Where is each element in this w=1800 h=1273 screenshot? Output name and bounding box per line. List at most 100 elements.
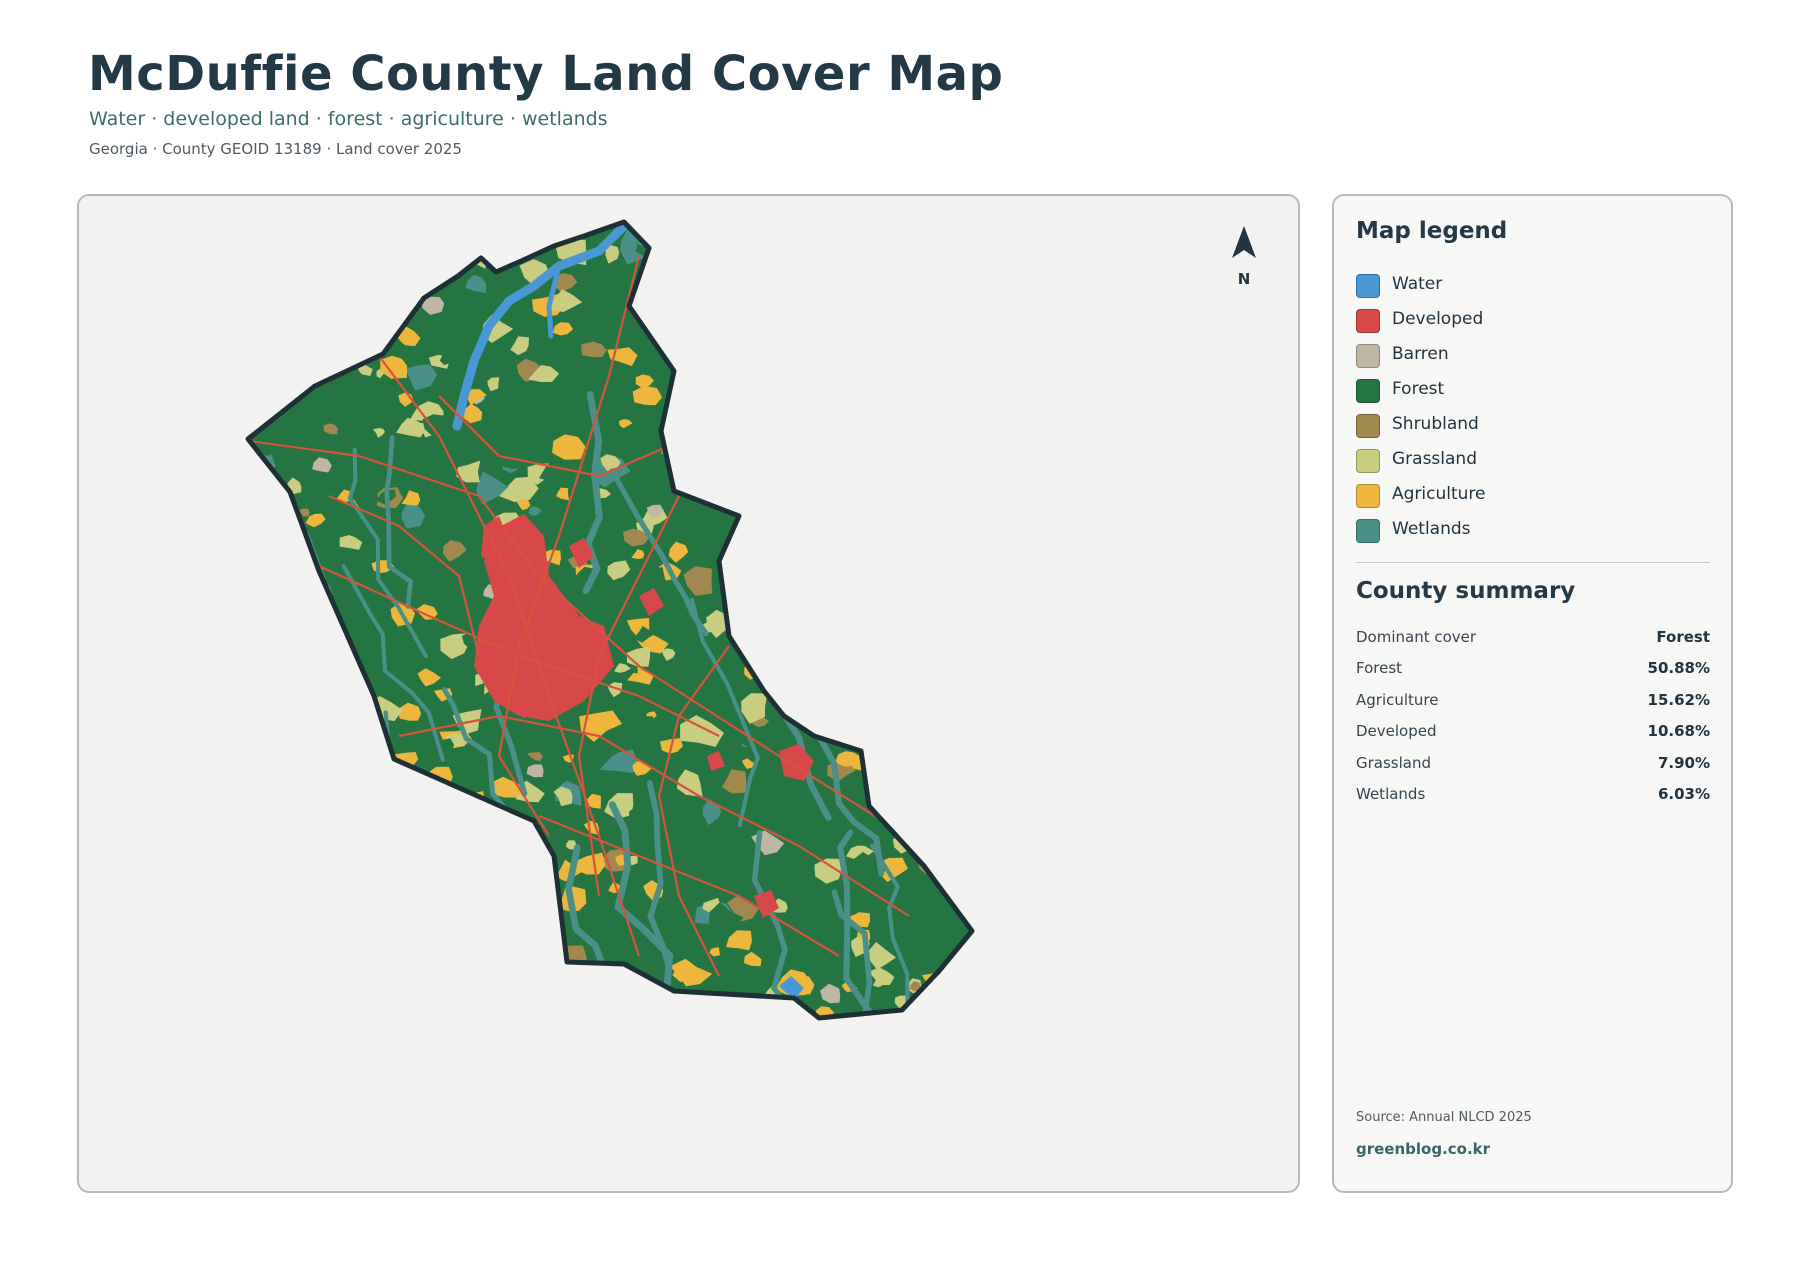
agriculture-patch	[362, 755, 396, 778]
summary-key: Wetlands	[1356, 785, 1426, 804]
forest-patch	[874, 396, 886, 411]
agriculture-patch	[504, 973, 527, 995]
summary-key: Agriculture	[1356, 690, 1439, 709]
legend-label: Grassland	[1392, 448, 1477, 469]
legend-item-barren: Barren	[1356, 336, 1486, 371]
wetlands-patch	[889, 273, 919, 302]
shrubland-patch	[901, 1012, 931, 1018]
agriculture-patch	[925, 281, 958, 317]
grassland-patch	[248, 881, 261, 892]
legend-title: Map legend	[1356, 218, 1508, 244]
agriculture-patch	[250, 573, 264, 586]
forest-patch	[854, 564, 882, 583]
wetlands-patch	[505, 945, 523, 962]
summary-value: Forest	[1656, 627, 1710, 646]
north-label: N	[1237, 270, 1251, 288]
panel-divider	[1356, 562, 1710, 563]
forest-patch	[771, 1003, 791, 1015]
agriculture-patch	[248, 844, 264, 864]
forest-patch	[529, 933, 541, 945]
grassland-patch	[771, 385, 798, 403]
agriculture-patch	[812, 382, 837, 404]
grassland-patch	[873, 475, 906, 495]
shrubland-patch	[650, 237, 668, 246]
legend-swatch-agriculture	[1356, 483, 1380, 508]
grassland-patch	[946, 813, 968, 836]
summary-key: Developed	[1356, 722, 1437, 741]
forest-patch	[410, 913, 434, 938]
forest-patch	[953, 291, 971, 301]
grassland-patch	[351, 331, 382, 350]
grassland-patch	[785, 310, 810, 335]
summary-row: Dominant cover Forest	[1356, 621, 1710, 653]
agriculture-patch	[692, 348, 719, 368]
barren-patch	[248, 911, 272, 941]
agriculture-patch	[849, 666, 867, 681]
map-panel[interactable]	[77, 194, 1300, 1193]
forest-patch	[338, 313, 368, 341]
grassland-patch	[823, 576, 857, 601]
shrubland-patch	[731, 229, 749, 244]
forest-patch	[806, 570, 842, 602]
forest-patch	[339, 873, 368, 895]
forest-patch	[254, 549, 282, 570]
agriculture-patch	[935, 556, 949, 563]
grassland-patch	[955, 256, 970, 268]
legend-item-water: Water	[1356, 266, 1486, 301]
agriculture-patch	[857, 258, 879, 277]
forest-patch	[295, 861, 314, 875]
summary-value: 50.88%	[1647, 659, 1710, 678]
agriculture-patch	[910, 830, 934, 854]
wetlands-patch	[296, 265, 318, 285]
grassland-patch	[336, 341, 347, 351]
agriculture-patch	[535, 956, 565, 979]
credit-link[interactable]: greenblog.co.kr	[1356, 1140, 1490, 1158]
forest-patch	[865, 358, 897, 383]
grassland-patch	[761, 475, 774, 487]
agriculture-patch	[578, 1002, 591, 1013]
grassland-patch	[458, 848, 486, 864]
legend-item-developed: Developed	[1356, 301, 1486, 336]
forest-patch	[667, 263, 682, 274]
forest-patch	[721, 250, 757, 272]
agriculture-patch	[268, 501, 281, 511]
shrubland-patch	[313, 874, 346, 903]
forest-patch	[887, 326, 909, 344]
shrubland-patch	[330, 248, 343, 264]
forest-patch	[691, 222, 701, 232]
summary-row: Grassland 7.90%	[1356, 747, 1710, 779]
grassland-patch	[414, 853, 438, 871]
forest-patch	[748, 319, 785, 341]
grassland-patch	[842, 417, 861, 430]
forest-patch	[413, 832, 426, 844]
grassland-patch	[283, 711, 304, 730]
agriculture-patch	[278, 515, 296, 529]
agriculture-patch	[431, 938, 461, 963]
grassland-patch	[842, 601, 873, 622]
grassland-patch	[422, 983, 461, 1009]
grassland-patch	[296, 686, 340, 723]
grassland-patch	[295, 653, 335, 686]
grassland-patch	[319, 982, 350, 1007]
agriculture-patch	[876, 348, 910, 376]
agriculture-patch	[479, 884, 500, 901]
county-map[interactable]	[79, 196, 1300, 1193]
legend-label: Wetlands	[1392, 518, 1471, 539]
shrubland-patch	[895, 423, 919, 441]
forest-patch	[950, 861, 972, 883]
agriculture-patch	[545, 976, 565, 996]
grassland-patch	[343, 779, 356, 791]
shrubland-patch	[551, 945, 587, 971]
summary-value: 7.90%	[1657, 753, 1710, 772]
shrubland-patch	[347, 701, 369, 717]
forest-patch	[891, 271, 913, 290]
forest-patch	[727, 456, 771, 486]
grassland-patch	[343, 257, 369, 282]
shrubland-patch	[248, 704, 265, 723]
grassland-patch	[340, 828, 358, 841]
forest-patch	[826, 405, 854, 421]
legend-label: Water	[1392, 273, 1443, 294]
agriculture-patch	[798, 1019, 810, 1032]
shrubland-patch	[860, 273, 889, 297]
grassland-patch	[367, 967, 407, 997]
